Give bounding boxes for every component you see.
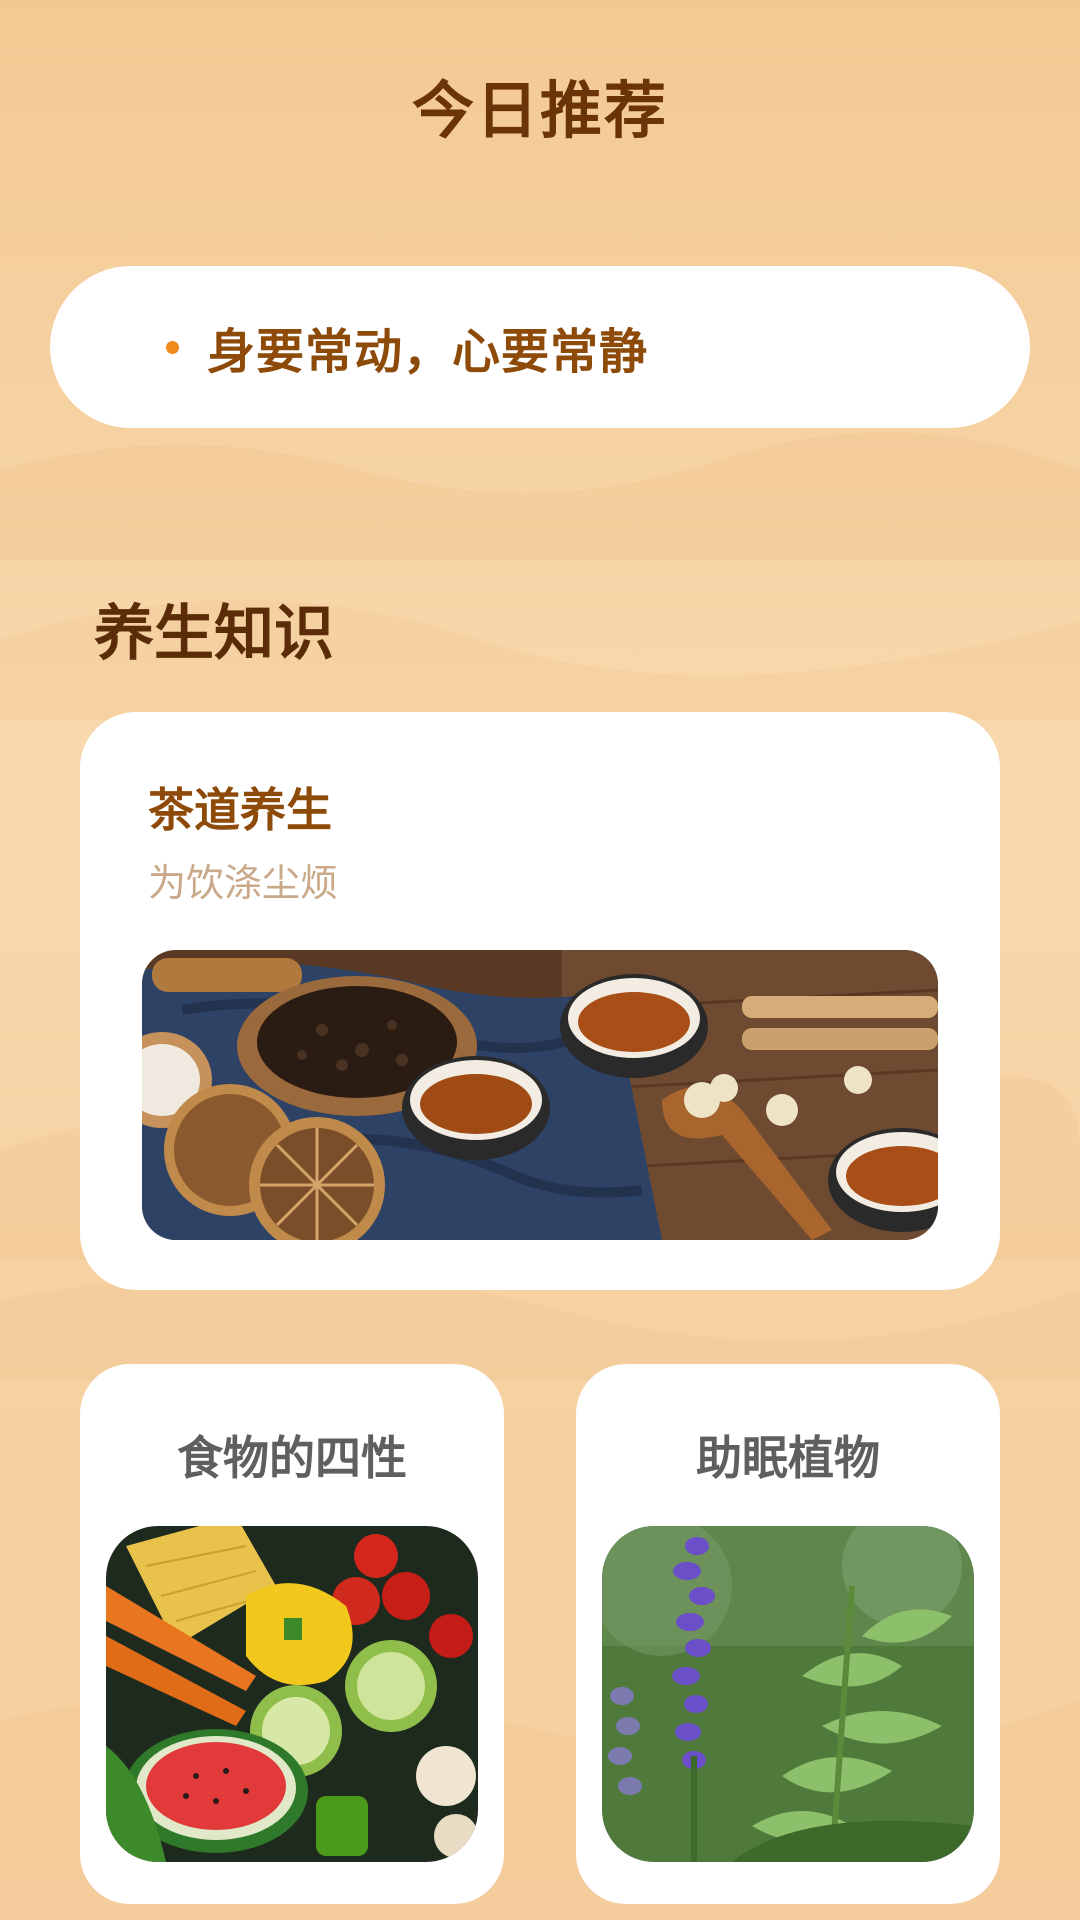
bullet-dot-icon [166,340,179,354]
daily-tip-banner[interactable]: 身要常动，心要常静 [50,266,1030,428]
sleep-aid-plants-card[interactable]: 助眠植物 [576,1364,1000,1904]
card-subtitle: 为饮涤尘烦 [148,861,339,905]
four-properties-food-card[interactable]: 食物的四性 [80,1364,504,1904]
section-title-knowledge: 养生知识 [94,599,334,669]
card-title: 茶道养生 [148,783,332,837]
card-title: 食物的四性 [177,1431,407,1485]
card-title: 助眠植物 [696,1431,880,1485]
lavender-plant-photo [602,1526,974,1862]
daily-tip-text: 身要常动，心要常静 [207,324,649,380]
tea-photo [142,950,938,1240]
vegetables-photo [106,1526,478,1862]
page-title: 今日推荐 [411,74,668,147]
tea-health-card[interactable]: 茶道养生 为饮涤尘烦 [80,712,1000,1290]
